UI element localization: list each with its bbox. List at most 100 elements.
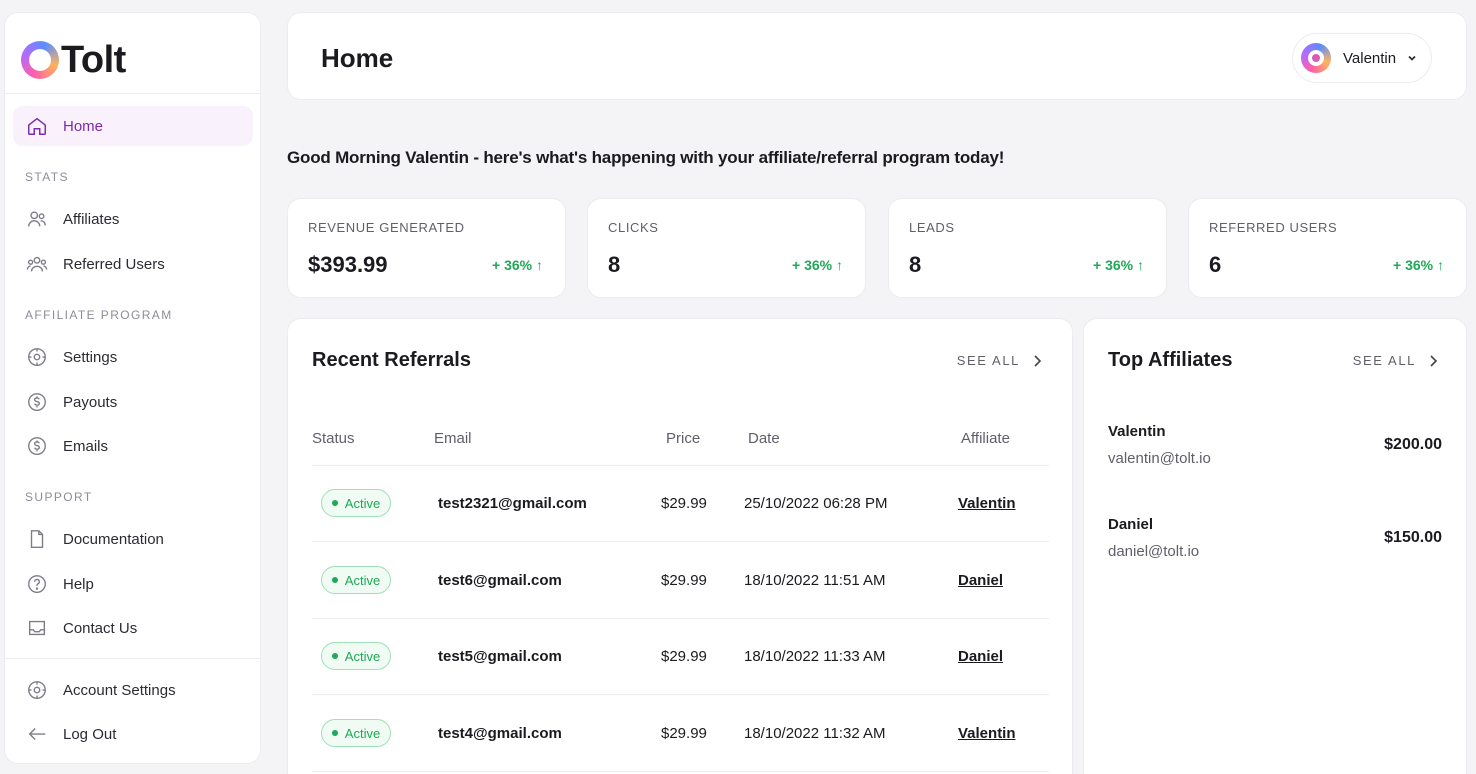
greeting-text: Good Morning Valentin - here's what's ha… bbox=[287, 148, 1005, 167]
referral-email: test2321@gmail.com bbox=[438, 495, 587, 512]
settings-icon bbox=[25, 345, 49, 369]
stat-label: REVENUE GENERATED bbox=[308, 220, 465, 235]
affiliate-amount: $200.00 bbox=[1384, 436, 1442, 453]
avatar bbox=[1301, 43, 1331, 73]
section-label-stats: STATS bbox=[25, 170, 69, 184]
sidebar-item-label: Documentation bbox=[63, 530, 164, 548]
arrow-left-icon bbox=[25, 722, 49, 746]
stat-label: REFERRED USERS bbox=[1209, 220, 1338, 235]
sidebar-item-contact-us[interactable]: Contact Us bbox=[13, 608, 253, 648]
column-header-status: Status bbox=[312, 430, 355, 447]
status-badge: Active bbox=[321, 719, 391, 747]
sidebar-item-label: Settings bbox=[63, 348, 118, 366]
logo-icon bbox=[21, 41, 59, 79]
sidebar-item-referred-users[interactable]: Referred Users bbox=[13, 244, 253, 284]
sidebar-divider bbox=[5, 93, 260, 94]
sidebar-item-label: Help bbox=[63, 575, 94, 593]
panel-title: Recent Referrals bbox=[312, 349, 471, 371]
sidebar-item-help[interactable]: Help bbox=[13, 564, 253, 604]
sidebar-item-label: Home bbox=[63, 117, 104, 135]
stat-label: LEADS bbox=[909, 220, 955, 235]
group-icon bbox=[25, 252, 49, 276]
sidebar-item-payouts[interactable]: Payouts bbox=[13, 382, 253, 422]
stat-card-referred-users: REFERRED USERS 6 + 36% ↑ bbox=[1188, 198, 1467, 298]
affiliate-email: daniel@tolt.io bbox=[1108, 543, 1200, 560]
sidebar-item-settings[interactable]: Settings bbox=[13, 337, 253, 377]
column-header-price: Price bbox=[666, 430, 701, 447]
affiliate-name: Valentin bbox=[1108, 423, 1166, 440]
home-icon bbox=[25, 114, 49, 138]
referral-email: test5@gmail.com bbox=[438, 648, 562, 665]
top-header: Home Valentin bbox=[287, 12, 1467, 100]
referral-date: 18/10/2022 11:33 AM bbox=[744, 648, 886, 665]
sidebar-item-label: Referred Users bbox=[63, 255, 165, 273]
section-label-support: SUPPORT bbox=[25, 490, 93, 504]
brand-logo[interactable]: Tolt bbox=[21, 35, 126, 85]
stat-card-revenue: REVENUE GENERATED $393.99 + 36% ↑ bbox=[287, 198, 566, 298]
see-all-referrals-link[interactable]: SEE ALL bbox=[957, 353, 1042, 368]
stat-card-leads: LEADS 8 + 36% ↑ bbox=[888, 198, 1167, 298]
stat-change: + 36% ↑ bbox=[1093, 257, 1144, 273]
status-dot bbox=[331, 577, 338, 583]
referral-affiliate-link[interactable]: Valentin bbox=[958, 725, 1016, 742]
affiliate-email: valentin@tolt.io bbox=[1108, 450, 1211, 467]
row-divider bbox=[312, 771, 1049, 772]
referral-affiliate-link[interactable]: Valentin bbox=[958, 495, 1016, 512]
status-dot bbox=[331, 500, 338, 506]
row-divider bbox=[312, 541, 1049, 542]
chevron-right-icon bbox=[1034, 354, 1042, 367]
sidebar-item-home[interactable]: Home bbox=[13, 106, 253, 146]
recent-referrals-panel: Recent Referrals SEE ALL Status Email Pr… bbox=[287, 318, 1073, 774]
referral-date: 18/10/2022 11:51 AM bbox=[744, 572, 886, 589]
stat-label: CLICKS bbox=[608, 220, 659, 235]
referral-date: 18/10/2022 11:32 AM bbox=[744, 725, 886, 742]
stat-card-clicks: CLICKS 8 + 36% ↑ bbox=[587, 198, 866, 298]
status-dot bbox=[331, 730, 338, 736]
referral-affiliate-link[interactable]: Daniel bbox=[958, 648, 1003, 665]
sidebar-divider bbox=[5, 658, 260, 659]
sidebar-item-emails[interactable]: Emails bbox=[13, 426, 253, 466]
row-divider bbox=[312, 694, 1049, 695]
sidebar-item-documentation[interactable]: Documentation bbox=[13, 519, 253, 559]
section-label-affiliate-program: AFFILIATE PROGRAM bbox=[25, 308, 173, 322]
status-badge: Active bbox=[321, 489, 391, 517]
column-header-affiliate: Affiliate bbox=[961, 430, 1010, 447]
page-title: Home bbox=[321, 43, 394, 73]
referral-price: $29.99 bbox=[661, 725, 707, 742]
sidebar: Tolt Home STATS Affiliates Referred User… bbox=[4, 12, 261, 764]
affiliate-amount: $150.00 bbox=[1384, 529, 1442, 546]
users-icon bbox=[25, 207, 49, 231]
stat-change: + 36% ↑ bbox=[792, 257, 843, 273]
see-all-affiliates-link[interactable]: SEE ALL bbox=[1353, 353, 1438, 368]
sidebar-item-label: Log Out bbox=[63, 725, 117, 743]
user-menu-button[interactable]: Valentin bbox=[1292, 33, 1432, 83]
sidebar-item-affiliates[interactable]: Affiliates bbox=[13, 199, 253, 239]
status-label: Active bbox=[344, 495, 381, 511]
referral-price: $29.99 bbox=[661, 572, 707, 589]
status-badge: Active bbox=[321, 642, 391, 670]
help-icon bbox=[25, 572, 49, 596]
see-all-label: SEE ALL bbox=[1352, 353, 1416, 368]
column-header-date: Date bbox=[748, 430, 780, 447]
sidebar-item-account-settings[interactable]: Account Settings bbox=[13, 670, 253, 710]
top-affiliates-panel: Top Affiliates SEE ALL Valentin valentin… bbox=[1083, 318, 1467, 774]
referral-price: $29.99 bbox=[661, 648, 707, 665]
status-label: Active bbox=[344, 725, 381, 741]
stat-change: + 36% ↑ bbox=[1393, 257, 1444, 273]
referral-affiliate-link[interactable]: Daniel bbox=[958, 572, 1003, 589]
status-badge: Active bbox=[321, 566, 391, 594]
user-name: Valentin bbox=[1343, 49, 1397, 67]
sidebar-item-label: Affiliates bbox=[63, 210, 120, 228]
referral-email: test6@gmail.com bbox=[438, 572, 562, 589]
document-icon bbox=[25, 527, 49, 551]
status-label: Active bbox=[344, 572, 381, 588]
row-divider bbox=[312, 618, 1049, 619]
status-dot bbox=[331, 653, 338, 659]
referral-date: 25/10/2022 06:28 PM bbox=[744, 495, 888, 512]
referral-price: $29.99 bbox=[661, 495, 707, 512]
panel-title: Top Affiliates bbox=[1108, 349, 1233, 371]
chevron-down-icon bbox=[1406, 52, 1418, 64]
referral-email: test4@gmail.com bbox=[438, 725, 562, 742]
sidebar-item-log-out[interactable]: Log Out bbox=[13, 714, 253, 754]
affiliate-name: Daniel bbox=[1108, 516, 1154, 533]
